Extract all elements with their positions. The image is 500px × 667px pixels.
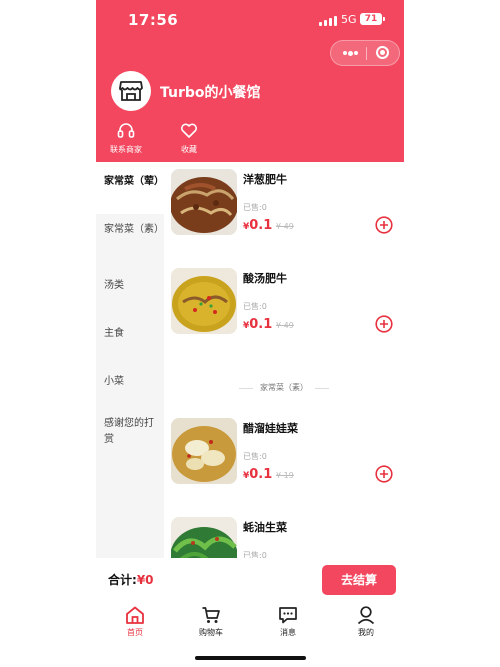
list-item[interactable]: 酸汤肥牛 已售:0 ¥0.1 ¥ 49: [164, 261, 404, 341]
cart-icon: [202, 607, 220, 623]
sold-count: 已售:0: [243, 203, 267, 212]
price-value: 0.1: [249, 467, 273, 482]
tab-label: 首页: [127, 628, 143, 637]
dish-photo: [171, 268, 237, 334]
shop-logo: [111, 71, 151, 111]
tab-home[interactable]: 首页: [110, 605, 160, 638]
original-price: ¥ 49: [276, 321, 294, 330]
user-icon: [357, 606, 375, 625]
category-sidebar: 家常菜（荤） 家常菜（素） 汤类 主食 小菜 感谢您的打赏: [96, 162, 164, 558]
price-value: 0.1: [249, 317, 273, 332]
original-price: ¥ 49: [276, 222, 294, 231]
original-price: ¥ 19: [276, 471, 294, 480]
product-name: 洋葱肥牛: [243, 173, 287, 186]
message-icon: [279, 607, 297, 624]
list-item[interactable]: 蚝油生菜 已售:0: [164, 510, 404, 558]
contact-merchant-label: 联系商家: [110, 145, 142, 154]
category-staples[interactable]: 主食: [96, 310, 164, 358]
category-tip[interactable]: 感谢您的打赏: [96, 406, 164, 458]
tab-label: 我的: [358, 628, 374, 637]
category-label: 家常菜（素）: [104, 224, 164, 235]
list-item[interactable]: 醋溜娃娃菜 已售:0 ¥0.1 ¥ 19: [164, 411, 404, 491]
add-to-cart-icon[interactable]: [375, 315, 393, 333]
total-amount: ¥0: [136, 573, 154, 587]
tab-label: 购物车: [199, 628, 223, 637]
category-side-dishes[interactable]: 小菜: [96, 358, 164, 406]
category-veg-dishes[interactable]: 家常菜（素）: [96, 214, 164, 262]
category-meat-dishes[interactable]: 家常菜（荤）: [96, 162, 164, 214]
capsule-divider: [366, 47, 367, 60]
home-icon: [126, 606, 144, 624]
dish-photo: [171, 169, 237, 235]
home-indicator: [195, 656, 306, 660]
status-time: 17:56: [128, 11, 179, 29]
product-list: 洋葱肥牛 已售:0 ¥0.1 ¥ 49 酸汤肥牛 已售:0 ¥0.1 ¥ 49 …: [164, 162, 404, 558]
category-label: 小菜: [104, 376, 124, 387]
checkout-button[interactable]: 去结算: [322, 565, 396, 595]
close-miniprogram-icon[interactable]: [376, 46, 389, 59]
contact-merchant-button[interactable]: 联系商家: [101, 122, 151, 155]
category-label: 主食: [104, 328, 124, 339]
list-item[interactable]: 洋葱肥牛 已售:0 ¥0.1 ¥ 49: [164, 162, 404, 242]
favorite-label: 收藏: [181, 145, 197, 154]
favorite-button[interactable]: 收藏: [164, 122, 214, 155]
shop-header: 17:56 5G 71 Turbo的小餐馆 联系商家 收藏: [96, 0, 404, 162]
tab-cart[interactable]: 购物车: [186, 605, 236, 638]
price-value: 0.1: [249, 218, 273, 233]
total-label: 合计:: [108, 573, 137, 587]
signal-icon: [319, 15, 337, 26]
product-name: 蚝油生菜: [243, 521, 287, 534]
storefront-icon: [119, 81, 143, 101]
tab-label: 消息: [280, 628, 296, 637]
sold-count: 已售:0: [243, 551, 267, 558]
battery-icon: 71: [360, 13, 385, 25]
product-price: ¥0.1: [243, 218, 272, 233]
section-divider: 家常菜（素）: [164, 381, 404, 395]
phone-screen: 17:56 5G 71 Turbo的小餐馆 联系商家 收藏 家常菜（荤） 家常菜…: [96, 0, 404, 667]
product-name: 醋溜娃娃菜: [243, 422, 298, 435]
product-price: ¥0.1: [243, 467, 272, 482]
network-type: 5G: [341, 13, 357, 26]
shop-name: Turbo的小餐馆: [160, 85, 261, 101]
product-name: 酸汤肥牛: [243, 272, 287, 285]
add-to-cart-icon[interactable]: [375, 465, 393, 483]
headset-icon: [117, 123, 135, 138]
add-to-cart-icon[interactable]: [375, 216, 393, 234]
more-icon[interactable]: [343, 50, 358, 56]
tab-profile[interactable]: 我的: [341, 605, 391, 638]
product-price: ¥0.1: [243, 317, 272, 332]
sold-count: 已售:0: [243, 302, 267, 311]
category-label: 家常菜（荤）: [104, 176, 164, 187]
dish-photo: [171, 517, 237, 558]
heart-icon: [181, 123, 197, 138]
cart-bar: 合计:¥0 去结算: [96, 558, 404, 603]
cart-total: 合计:¥0: [108, 571, 154, 588]
category-label: 感谢您的打赏: [104, 418, 154, 445]
miniprogram-capsule: [330, 40, 400, 66]
sold-count: 已售:0: [243, 452, 267, 461]
category-soups[interactable]: 汤类: [96, 262, 164, 310]
tab-messages[interactable]: 消息: [263, 605, 313, 638]
dish-photo: [171, 418, 237, 484]
category-label: 汤类: [104, 280, 124, 291]
